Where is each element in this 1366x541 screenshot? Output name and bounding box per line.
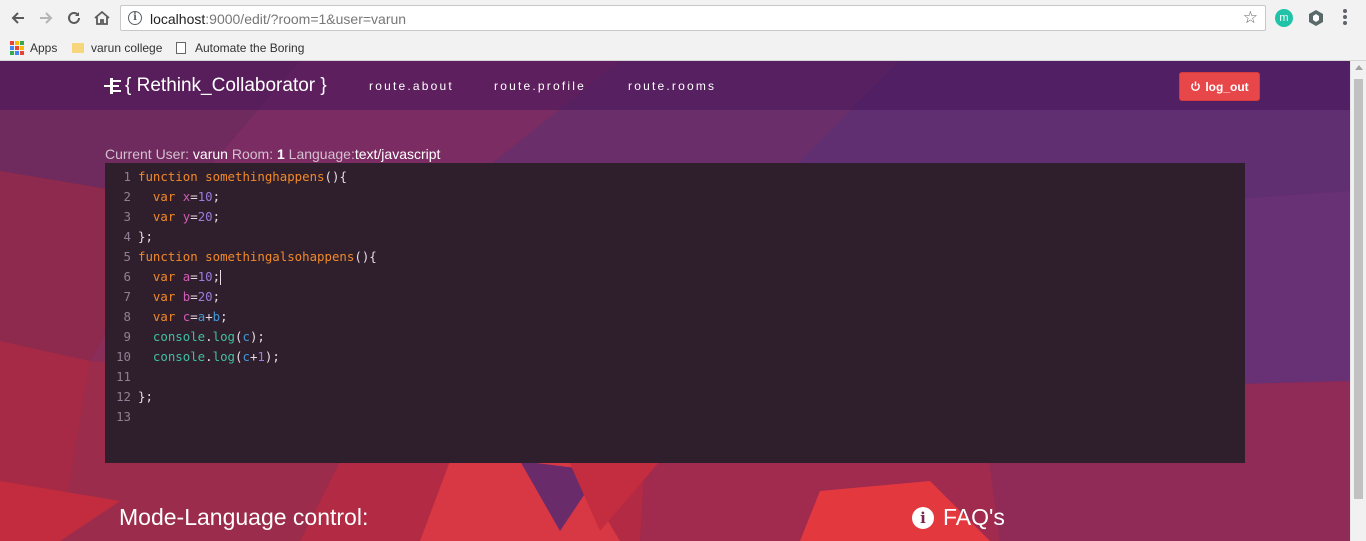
faq-title: FAQ's [943, 504, 1005, 530]
line-number: 13 [116, 409, 131, 424]
line-number: 4 [123, 229, 131, 244]
line-number: 6 [123, 269, 131, 284]
room-label: Room: [227, 146, 277, 162]
bookmarks-bar: Apps varun college Automate the Boring [0, 36, 1366, 60]
faq-heading[interactable]: i FAQ's [912, 504, 1005, 531]
line-number: 10 [116, 349, 131, 364]
code-text: console.log(c+1); [152, 349, 280, 364]
apps-grid-icon [10, 41, 24, 55]
code-line[interactable]: 1 function somethinghappens(){ [105, 167, 1245, 187]
url-path: :9000/edit/?room=1&user=varun [205, 11, 407, 27]
line-number: 1 [123, 169, 131, 184]
code-text: }; [138, 389, 153, 404]
scroll-up-icon[interactable] [1355, 65, 1363, 70]
user-value: varun [192, 146, 228, 162]
code-line[interactable]: 3 var y=20; [105, 207, 1245, 227]
line-number: 2 [123, 189, 131, 204]
code-line[interactable]: 13 [105, 407, 1245, 427]
line-number: 8 [123, 309, 131, 324]
user-label: Current User: [105, 146, 193, 162]
forward-icon[interactable] [36, 8, 56, 28]
logout-label: log_out [1205, 79, 1249, 94]
scrollbar-thumb[interactable] [1354, 79, 1363, 499]
mode-language-title: Mode-Language control: [119, 504, 369, 530]
code-text: var y=20; [152, 209, 221, 224]
code-text: var a=10; [152, 269, 222, 285]
bookmark-varun-college[interactable]: varun college [72, 39, 162, 57]
page-scrollbar[interactable] [1350, 61, 1366, 541]
back-icon[interactable] [8, 8, 28, 28]
code-text: var x=10; [152, 189, 221, 204]
code-line[interactable]: 2 var x=10; [105, 187, 1245, 207]
code-line[interactable]: 5 function somethingalsohappens(){ [105, 247, 1245, 267]
room-value: 1 [276, 146, 285, 162]
code-text: function somethingalsohappens(){ [138, 249, 377, 264]
extension-shield-icon[interactable] [1307, 9, 1325, 27]
code-text: console.log(c); [152, 329, 265, 344]
folder-icon [72, 43, 84, 53]
top-navbar: { Rethink_Collaborator } route.about rou… [0, 61, 1350, 110]
line-number: 5 [123, 249, 131, 264]
code-text: var c=a+b; [152, 309, 228, 324]
browser-chrome: i localhost:9000/edit/?room=1&user=varun… [0, 0, 1366, 61]
extension-m-icon[interactable]: m [1275, 9, 1293, 27]
code-line[interactable]: 12}; [105, 387, 1245, 407]
power-icon [1191, 81, 1201, 91]
browser-toolbar: i localhost:9000/edit/?room=1&user=varun… [0, 0, 1366, 36]
line-number: 12 [116, 389, 131, 404]
language-value: text/javascript [354, 146, 441, 162]
bookmark-apps[interactable]: Apps [10, 39, 57, 57]
home-icon[interactable] [92, 8, 112, 28]
nav-link-rooms[interactable]: route.rooms [628, 79, 716, 93]
code-text: function somethinghappens(){ [138, 169, 347, 184]
logout-button[interactable]: log_out [1179, 72, 1260, 101]
code-line[interactable]: 4}; [105, 227, 1245, 247]
code-line[interactable]: 11 [105, 367, 1245, 387]
code-line[interactable]: 10 console.log(c+1); [105, 347, 1245, 367]
text-cursor [220, 270, 222, 285]
code-line[interactable]: 9 console.log(c); [105, 327, 1245, 347]
url-text: localhost:9000/edit/?room=1&user=varun [150, 11, 406, 27]
language-label: Language: [284, 146, 355, 162]
address-bar[interactable]: i localhost:9000/edit/?room=1&user=varun… [120, 5, 1266, 31]
code-line[interactable]: 7 var b=20; [105, 287, 1245, 307]
url-host: localhost [150, 11, 206, 27]
code-line[interactable]: 8 var c=a+b; [105, 307, 1245, 327]
code-line[interactable]: 6 var a=10; [105, 267, 1245, 287]
bookmark-automate[interactable]: Automate the Boring [176, 39, 304, 57]
reload-icon[interactable] [64, 8, 84, 28]
brand-logo[interactable]: { Rethink_Collaborator } [103, 75, 327, 97]
session-info: Current User: varun Room: 1 Language:tex… [105, 146, 440, 162]
page-icon [176, 42, 186, 54]
bookmark-automate-label: Automate the Boring [195, 41, 305, 55]
browser-menu-icon[interactable] [1342, 8, 1348, 28]
info-icon: i [912, 506, 934, 529]
code-text: }; [138, 229, 153, 244]
site-info-icon[interactable]: i [128, 11, 142, 25]
line-number: 9 [123, 329, 131, 344]
nav-link-profile[interactable]: route.profile [494, 79, 586, 93]
line-number: 11 [116, 369, 131, 384]
code-text: var b=20; [152, 289, 221, 304]
line-number: 7 [123, 289, 131, 304]
nav-link-about[interactable]: route.about [369, 79, 454, 93]
brand-title: { Rethink_Collaborator } [125, 75, 327, 96]
bookmark-apps-label: Apps [30, 41, 58, 55]
bookmark-star-icon[interactable]: ☆ [1243, 8, 1258, 28]
page-viewport: { Rethink_Collaborator } route.about rou… [0, 61, 1350, 541]
bookmark-varun-college-label: varun college [91, 41, 163, 55]
line-number: 3 [123, 209, 131, 224]
code-editor[interactable]: 1 function somethinghappens(){ 2 var x=10;… [105, 163, 1245, 463]
list-icon [104, 78, 121, 94]
